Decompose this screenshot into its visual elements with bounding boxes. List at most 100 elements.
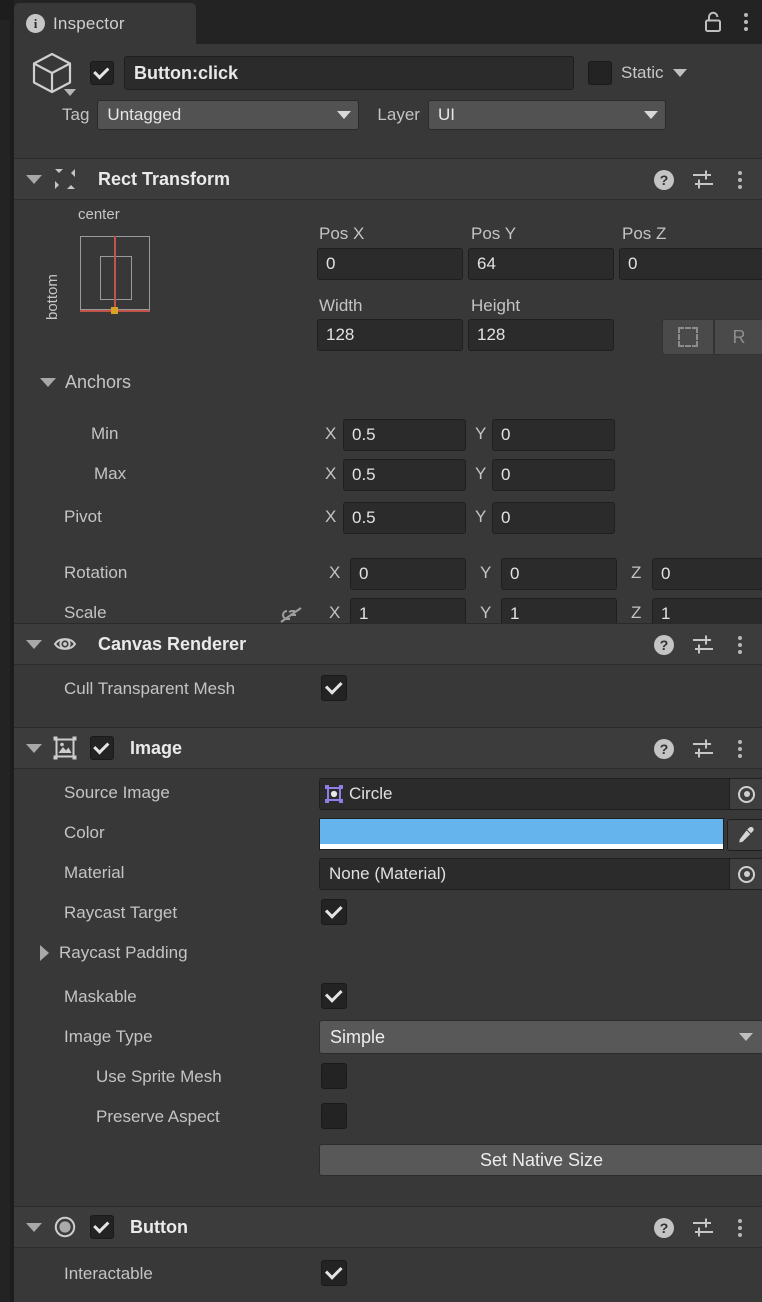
kebab-menu-icon[interactable] (732, 632, 748, 658)
color-eyedropper-button[interactable] (727, 819, 762, 851)
source-image-picker-button[interactable] (729, 779, 762, 809)
material-picker-button[interactable] (729, 859, 762, 889)
anchor-min-label: Min (91, 424, 119, 443)
preserve-aspect-checkbox[interactable] (321, 1103, 347, 1129)
anchor-preset-horizontal-label: center (78, 206, 120, 223)
anchor-max-y-input[interactable]: 0 (492, 459, 615, 491)
tag-dropdown[interactable]: Untagged (97, 100, 360, 130)
eye-icon (53, 638, 77, 650)
rotation-x-axis: X (329, 563, 341, 582)
color-swatch (320, 819, 723, 844)
kebab-menu-icon[interactable] (732, 736, 748, 762)
anchor-max-y-axis: Y (475, 464, 487, 483)
image-foldout-icon[interactable] (26, 743, 42, 753)
pivot-y-input[interactable]: 0 (492, 502, 615, 534)
layer-dropdown[interactable]: UI (427, 100, 666, 130)
height-input[interactable]: 128 (468, 319, 614, 351)
canvas-renderer-foldout-icon[interactable] (26, 639, 42, 649)
maskable-checkbox[interactable] (321, 983, 347, 1009)
rotation-x-input[interactable]: 0 (350, 558, 466, 590)
sprite-icon (325, 785, 343, 803)
tab-inspector[interactable]: i Inspector (14, 3, 196, 44)
static-checkbox[interactable] (588, 61, 612, 85)
rotation-label: Rotation (64, 563, 128, 582)
raw-edit-mode-button[interactable]: R (714, 319, 762, 355)
gameobject-header: Button:click Static Tag Untagged Layer U… (14, 44, 762, 158)
interactable-label: Interactable (64, 1264, 153, 1283)
tabstrip-actions (702, 0, 754, 44)
image-enabled-checkbox[interactable] (90, 736, 114, 760)
pivot-handle[interactable] (111, 307, 118, 314)
button-foldout-icon[interactable] (26, 1222, 42, 1232)
static-label: Static (621, 63, 664, 82)
kebab-menu-icon[interactable] (732, 1215, 748, 1241)
object-picker-icon (738, 865, 755, 883)
component-header-canvas-renderer[interactable]: Canvas Renderer ? (14, 623, 762, 665)
color-field[interactable] (319, 818, 762, 851)
image-type-value: Simple (330, 1026, 386, 1047)
anchor-min-y-input[interactable]: 0 (492, 419, 615, 451)
kebab-menu-icon[interactable] (738, 9, 754, 35)
help-icon[interactable]: ? (654, 170, 674, 190)
rotation-y-axis: Y (480, 563, 492, 582)
blueprint-mode-button[interactable] (662, 319, 714, 355)
help-icon[interactable]: ? (654, 1218, 674, 1238)
anchor-min-y-axis: Y (475, 424, 487, 443)
interactable-checkbox[interactable] (321, 1260, 347, 1286)
rect-transform-foldout-icon[interactable] (26, 174, 42, 184)
anchor-preset-widget[interactable]: center bottom (14, 200, 214, 340)
preset-slider-icon[interactable] (691, 169, 715, 191)
source-image-field[interactable]: Circle (319, 778, 762, 810)
anchor-max-x-input[interactable]: 0.5 (343, 459, 466, 491)
unlocked-padlock-icon[interactable] (702, 10, 724, 34)
preset-slider-icon[interactable] (691, 634, 715, 656)
image-type-caret-down-icon (739, 1033, 753, 1041)
static-dropdown-caret-icon[interactable] (672, 69, 687, 77)
gameobject-enabled-checkbox[interactable] (90, 61, 114, 85)
rect-transform-body: center bottom Pos X Pos Y Pos Z 0 64 0 W… (14, 200, 762, 415)
tab-inspector-label: Inspector (53, 13, 125, 33)
rect-transform-anchors-body: Min X 0.5 Y 0 Max X 0.5 Y 0 Pivot X 0.5 … (14, 415, 762, 630)
button-enabled-checkbox[interactable] (90, 1215, 114, 1239)
anchor-max-label: Max (94, 464, 127, 483)
maskable-label: Maskable (64, 987, 137, 1006)
preset-slider-icon[interactable] (691, 1217, 715, 1239)
cull-transparent-mesh-checkbox[interactable] (321, 675, 347, 701)
pos-y-input[interactable]: 64 (468, 248, 614, 280)
preset-slider-icon[interactable] (691, 738, 715, 760)
button-component-icon (54, 1216, 76, 1238)
image-type-dropdown[interactable]: Simple (319, 1020, 762, 1054)
gameobject-name-input[interactable]: Button:click (124, 56, 574, 90)
canvas-renderer-title: Canvas Renderer (98, 633, 247, 654)
canvas-renderer-body: Cull Transparent Mesh (14, 665, 762, 727)
pos-x-input[interactable]: 0 (317, 248, 463, 280)
color-alpha-bar (320, 844, 723, 849)
rotation-z-input[interactable]: 0 (652, 558, 762, 590)
width-input[interactable]: 128 (317, 319, 463, 351)
raycast-padding-foldout[interactable]: Raycast Padding (40, 943, 188, 963)
component-header-image[interactable]: Image ? (14, 727, 762, 769)
image-component-icon (53, 736, 77, 760)
help-icon[interactable]: ? (654, 635, 674, 655)
material-field[interactable]: None (Material) (319, 858, 762, 890)
raycast-target-checkbox[interactable] (321, 899, 347, 925)
source-image-label: Source Image (64, 783, 170, 802)
rotation-y-input[interactable]: 0 (501, 558, 617, 590)
use-sprite-mesh-checkbox[interactable] (321, 1063, 347, 1089)
anchors-foldout[interactable]: Anchors (40, 372, 131, 393)
layer-label: Layer (377, 105, 420, 124)
pivot-x-axis: X (325, 507, 337, 526)
tag-label: Tag (62, 105, 90, 124)
pos-z-input[interactable]: 0 (619, 248, 762, 280)
pivot-x-input[interactable]: 0.5 (343, 502, 466, 534)
component-header-rect-transform[interactable]: Rect Transform ? (14, 158, 762, 200)
kebab-menu-icon[interactable] (732, 167, 748, 193)
set-native-size-button[interactable]: Set Native Size (319, 1144, 762, 1176)
help-icon[interactable]: ? (654, 739, 674, 759)
pos-x-label: Pos X (319, 224, 365, 243)
cube-icon-wrapper[interactable] (14, 50, 90, 96)
inspector-window: i Inspector Button:click Static Tag Unta… (0, 0, 762, 1302)
component-header-button[interactable]: Button ? (14, 1206, 762, 1248)
anchor-min-x-input[interactable]: 0.5 (343, 419, 466, 451)
broken-link-icon[interactable] (278, 605, 304, 625)
